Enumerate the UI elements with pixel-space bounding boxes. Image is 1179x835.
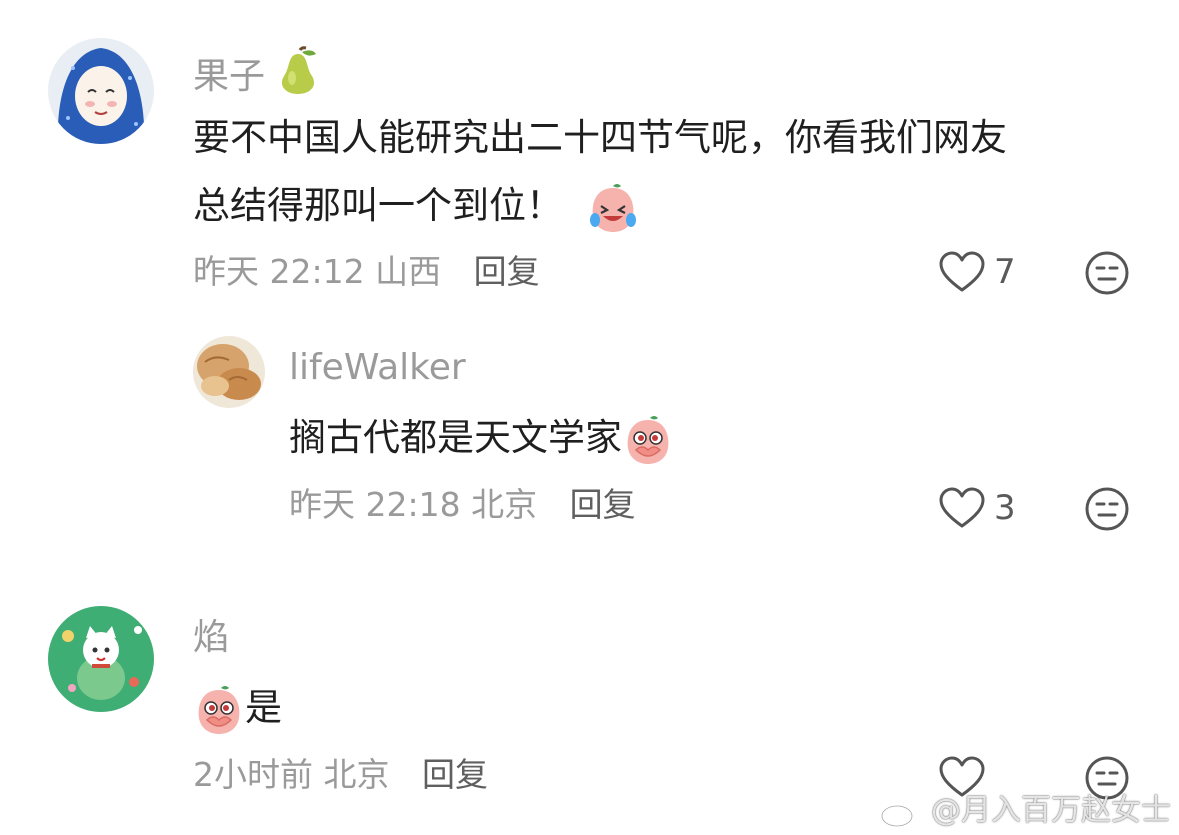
comment-location: 山西 (375, 252, 442, 291)
comment-time: 2小时前 (193, 755, 313, 794)
reply-meta: 昨天 22:18 北京 回复 (289, 485, 636, 525)
comment-text: 是 (193, 674, 282, 742)
unamused-face-icon (1085, 251, 1129, 295)
weibo-logo-icon (879, 795, 921, 829)
reply-button[interactable]: 回复 (422, 755, 488, 794)
heart-icon (939, 251, 985, 292)
like-count: 7 (994, 252, 1016, 292)
heart-icon (939, 487, 985, 528)
like-count: 3 (994, 488, 1016, 528)
covering-mouth-peach-emoji (193, 684, 245, 736)
avatar[interactable] (193, 336, 265, 408)
reply-button[interactable]: 回复 (570, 485, 636, 524)
comment-username[interactable]: 焰 (193, 616, 229, 660)
pear-icon (276, 46, 322, 96)
reply-text: 搁古代都是天文学家 (289, 404, 674, 472)
comment-list: 果子 要不中国人能研究出二十四节气呢，你看我们网友 总结得那叫一个到位！ 昨天 … (0, 0, 1179, 835)
laughing-tears-peach-emoji (587, 182, 639, 234)
avatar[interactable] (48, 606, 154, 712)
dislike-button[interactable] (1084, 250, 1130, 296)
reply-button[interactable]: 回复 (474, 252, 540, 291)
like-button[interactable]: 3 (938, 486, 1016, 530)
comment-location: 北京 (323, 755, 390, 794)
avatar[interactable] (48, 38, 154, 144)
comment-time: 昨天 22:12 (193, 252, 365, 291)
comment-text-continued: 总结得那叫一个到位！ (193, 172, 639, 240)
dislike-button[interactable] (1084, 486, 1130, 532)
comment-meta: 昨天 22:12 山西 回复 (193, 252, 540, 292)
comment-username[interactable]: 果子 (193, 46, 322, 99)
reply-location: 北京 (471, 485, 538, 524)
watermark: @月入百万赵女士 (879, 793, 1171, 829)
like-button[interactable]: 7 (938, 250, 1016, 294)
reply-time: 昨天 22:18 (289, 485, 461, 524)
unamused-face-icon (1085, 487, 1129, 531)
comment-meta: 2小时前 北京 回复 (193, 755, 488, 795)
reply-username[interactable]: lifeWalker (289, 346, 466, 390)
watermark-text: @月入百万赵女士 (931, 793, 1171, 828)
covering-mouth-peach-emoji (622, 414, 674, 466)
comment-text: 要不中国人能研究出二十四节气呢，你看我们网友 (193, 116, 1007, 159)
